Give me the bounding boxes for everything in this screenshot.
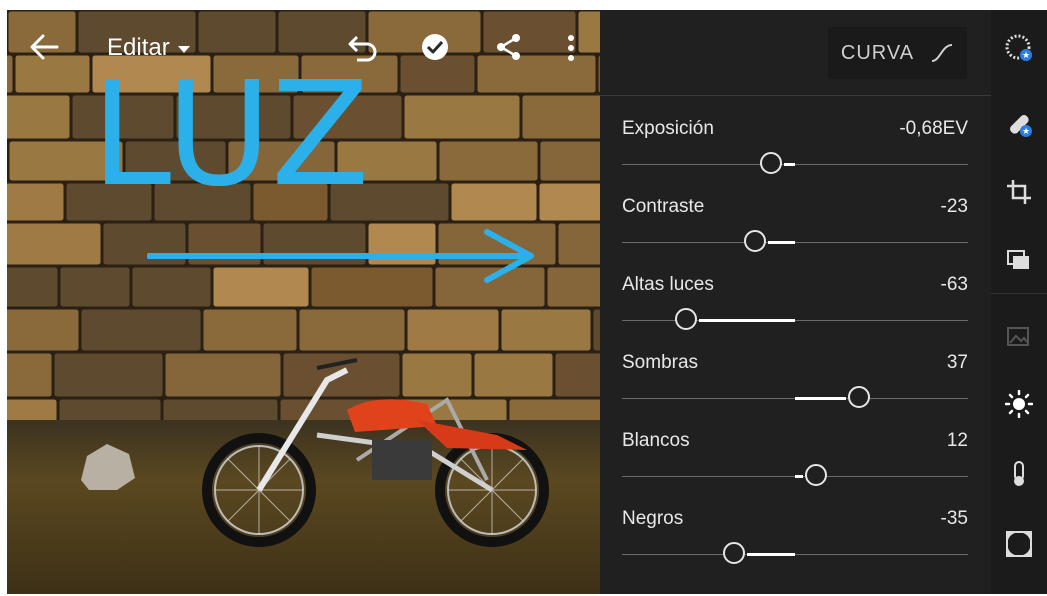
slider-label: Contraste — [622, 196, 705, 217]
slider-fill — [699, 319, 795, 322]
slider-fill — [795, 397, 846, 400]
slider-value: -63 — [940, 274, 968, 295]
slider-thumb[interactable] — [723, 542, 746, 564]
slider-row-highlights: Altas luces -63 — [622, 274, 968, 344]
selective-icon: ★ — [1005, 34, 1032, 61]
vignette-icon — [1006, 531, 1032, 557]
rock-image — [81, 444, 135, 490]
color-tool-button[interactable] — [1005, 460, 1033, 488]
slider-row-blacks: Negros -35 — [622, 508, 968, 578]
slider-row-contrast: Contraste -23 — [622, 196, 968, 266]
effects-tool-button[interactable] — [1005, 530, 1033, 558]
slider-row-whites: Blancos 12 — [622, 430, 968, 500]
more-options-button[interactable] — [565, 34, 577, 62]
exposure-slider[interactable] — [622, 152, 968, 175]
slider-row-exposure: Exposición -0,68EV — [622, 118, 968, 188]
slider-label: Altas luces — [622, 274, 714, 295]
arrow-left-icon — [30, 34, 59, 60]
slider-value: -23 — [940, 196, 968, 217]
light-tool-button[interactable] — [1004, 389, 1034, 419]
image-icon — [1007, 327, 1029, 346]
share-icon — [497, 34, 520, 60]
slider-track — [622, 164, 968, 165]
slider-fill — [747, 553, 795, 556]
tool-strip: ★ ★ — [991, 10, 1047, 594]
slider-thumb[interactable] — [744, 230, 767, 252]
motorcycle-image — [202, 358, 549, 547]
slider-fill — [768, 241, 795, 244]
done-button[interactable] — [421, 33, 449, 61]
annotation-arrow-icon — [147, 229, 534, 283]
image-tool-button[interactable] — [1005, 322, 1033, 350]
slider-label: Negros — [622, 508, 684, 529]
svg-text:★: ★ — [1022, 51, 1030, 61]
curve-label: CURVA — [840, 41, 915, 64]
slider-label: Sombras — [622, 352, 699, 373]
app-frame: Editar LUZ CURVA Exposición -0,68EV Cont… — [7, 10, 1047, 594]
slider-thumb[interactable] — [675, 308, 697, 330]
slider-track — [622, 320, 968, 321]
slider-value: 12 — [946, 430, 968, 451]
slider-track — [622, 242, 968, 243]
contrast-slider[interactable] — [622, 230, 968, 253]
divider — [600, 95, 991, 96]
divider — [991, 293, 1047, 294]
healing-tool-button[interactable]: ★ — [1005, 110, 1033, 138]
whites-slider[interactable] — [622, 464, 968, 487]
selective-tool-button[interactable]: ★ — [1005, 34, 1033, 62]
slider-fill — [795, 475, 803, 478]
healing-icon: ★ — [1010, 115, 1032, 137]
slider-thumb[interactable] — [848, 386, 870, 408]
presets-tool-button[interactable] — [1005, 246, 1033, 274]
curve-button[interactable]: CURVA — [828, 27, 967, 79]
check-circle-icon — [422, 34, 448, 60]
highlights-slider[interactable] — [622, 308, 968, 331]
more-vertical-icon — [568, 35, 574, 61]
presets-icon — [1007, 250, 1029, 269]
slider-track — [622, 554, 968, 555]
slider-value: -35 — [940, 508, 968, 529]
slider-thumb[interactable] — [759, 152, 782, 174]
tone-curve-icon — [931, 44, 953, 62]
blacks-slider[interactable] — [622, 542, 968, 565]
slider-label: Blancos — [622, 430, 690, 451]
light-icon — [1004, 389, 1034, 419]
slider-value: 37 — [946, 352, 968, 373]
slider-value: -0,68EV — [899, 118, 968, 139]
slider-label: Exposición — [622, 118, 714, 139]
photo-canvas[interactable]: Editar LUZ — [7, 10, 600, 594]
light-adjustments-panel: CURVA Exposición -0,68EV Contraste -23 A… — [600, 10, 991, 594]
crop-icon — [1007, 180, 1031, 204]
shadows-slider[interactable] — [622, 386, 968, 409]
back-button[interactable] — [27, 32, 61, 62]
slider-fill — [783, 163, 795, 166]
slider-thumb[interactable] — [804, 464, 827, 486]
crop-tool-button[interactable] — [1005, 178, 1033, 206]
share-button[interactable] — [495, 32, 523, 62]
color-temperature-icon — [1014, 461, 1024, 486]
annotation-title: LUZ — [91, 50, 372, 218]
slider-row-shadows: Sombras 37 — [622, 352, 968, 422]
svg-text:★: ★ — [1022, 127, 1030, 137]
